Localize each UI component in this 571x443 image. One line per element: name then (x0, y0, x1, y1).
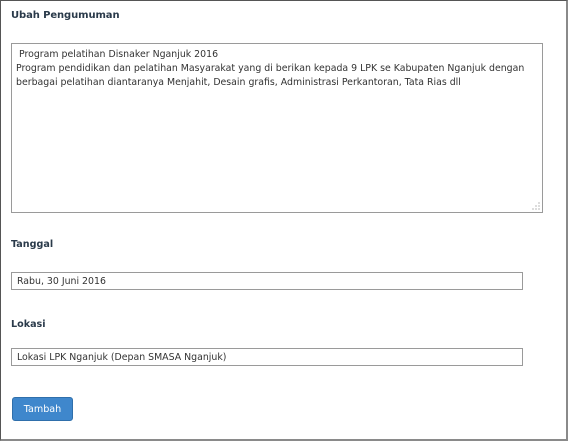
form-title: Ubah Pengumuman (11, 10, 120, 21)
location-label: Lokasi (11, 319, 46, 330)
date-input[interactable] (11, 272, 523, 290)
date-label: Tanggal (11, 239, 54, 250)
location-input[interactable] (11, 348, 523, 366)
announcement-textarea[interactable]: Program pelatihan Disnaker Nganjuk 2016 … (11, 43, 543, 213)
resize-grip-icon[interactable] (532, 202, 540, 210)
edit-announcement-panel: Ubah Pengumuman Program pelatihan Disnak… (0, 0, 568, 441)
add-button[interactable]: Tambah (12, 397, 73, 421)
